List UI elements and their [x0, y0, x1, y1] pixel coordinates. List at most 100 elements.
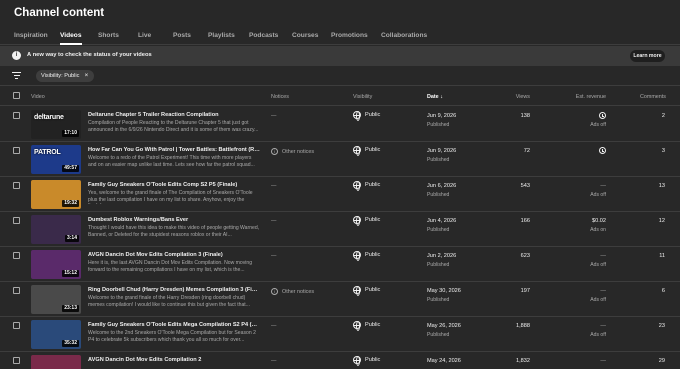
row-checkbox[interactable] [13, 147, 20, 154]
column-notices: Notices [271, 94, 289, 100]
info-icon: i [271, 148, 278, 155]
tab-shorts[interactable]: Shorts [98, 32, 119, 39]
tab-playlists[interactable]: Playlists [208, 32, 235, 39]
filter-icon[interactable] [12, 72, 21, 80]
views-count: 72 [523, 148, 530, 154]
video-title[interactable]: Ring Doorbell Chud (Harry Dresden) Memes… [88, 287, 260, 293]
video-title[interactable]: Deltarune Chapter 5 Trailer Reaction Com… [88, 112, 260, 118]
clock-icon [599, 112, 606, 119]
publish-status: Published [427, 157, 450, 163]
publish-status: Published [427, 122, 450, 128]
video-title[interactable]: AVGN Dancin Dot Mov Edits Compilation 2 [88, 357, 260, 363]
table-row[interactable]: AVGN Dancin Dot Mov Edits Compilation 2 —… [0, 352, 680, 369]
revenue-value: $0.02 [592, 218, 606, 224]
video-thumbnail[interactable]: 15:12 [31, 250, 81, 279]
other-notices[interactable]: i Other notices [271, 288, 314, 295]
views-count: 166 [520, 218, 530, 224]
tab-posts[interactable]: Posts [173, 32, 191, 39]
video-thumbnail[interactable]: deltarune 17:10 [31, 110, 81, 139]
visibility-value[interactable]: Public [353, 146, 380, 156]
visibility-value[interactable]: Public [353, 216, 380, 226]
video-thumbnail[interactable] [31, 355, 81, 369]
globe-icon [353, 321, 361, 331]
visibility-filter-chip[interactable]: Visibility: Public × [36, 70, 95, 82]
column-video: Video [31, 94, 45, 100]
table-row[interactable]: 35:32 Family Guy Sneakers O'Toole Edits M… [0, 317, 680, 352]
video-title[interactable]: Dumbest Roblox Warnings/Bans Ever [88, 217, 260, 223]
row-checkbox[interactable] [13, 252, 20, 259]
column-revenue[interactable]: Est. revenue [576, 94, 606, 100]
tab-inspiration[interactable]: Inspiration [14, 32, 48, 39]
row-checkbox[interactable] [13, 112, 20, 119]
column-visibility[interactable]: Visibility [353, 94, 372, 100]
tab-podcasts[interactable]: Podcasts [249, 32, 278, 39]
video-duration: 23:13 [62, 305, 79, 312]
column-views[interactable]: Views [516, 94, 530, 100]
visibility-value[interactable]: Public [353, 286, 380, 296]
video-thumbnail[interactable]: PATROL 49:57 [31, 145, 81, 174]
visibility-value[interactable]: Public [353, 111, 380, 121]
views-count: 1,832 [516, 358, 530, 364]
video-title[interactable]: How Far Can You Go With Patrol | Tower B… [88, 147, 260, 153]
learn-more-button[interactable]: Learn more [630, 50, 665, 62]
notice-value: — [271, 183, 277, 189]
visibility-value[interactable]: Public [353, 251, 380, 261]
video-description: Welcome to a redo of the Patrol Experime… [88, 155, 255, 168]
video-title[interactable]: AVGN Dancin Dot Mov Edits Compilation 3 … [88, 252, 260, 258]
video-duration: 35:32 [62, 340, 79, 347]
publish-date: May 26, 2026 [427, 323, 461, 329]
video-thumbnail[interactable]: 23:13 [31, 285, 81, 314]
row-checkbox[interactable] [13, 182, 20, 189]
comments-count: 13 [658, 183, 665, 189]
revenue-value: — [600, 253, 606, 259]
info-icon: i [12, 51, 21, 60]
tab-promotions[interactable]: Promotions [331, 32, 368, 39]
tab-live[interactable]: Live [138, 32, 151, 39]
video-duration: 3:14 [64, 235, 79, 242]
column-date[interactable]: Date ↓ [427, 94, 443, 100]
row-checkbox[interactable] [13, 287, 20, 294]
video-thumbnail[interactable]: 35:32 [31, 320, 81, 349]
notice-value: — [271, 253, 277, 259]
tab-videos[interactable]: Videos [60, 32, 82, 45]
ads-status: Ads off [590, 262, 606, 268]
views-count: 138 [520, 113, 530, 119]
publish-date: Jun 4, 2026 [427, 218, 457, 224]
row-checkbox[interactable] [13, 217, 20, 224]
ads-status: Ads off [590, 192, 606, 198]
table-row[interactable]: deltarune 17:10 Deltarune Chapter 5 Traile… [0, 107, 680, 142]
table-row[interactable]: 19:32 Family Guy Sneakers O'Toole Edits C… [0, 177, 680, 212]
row-checkbox[interactable] [13, 357, 20, 364]
table-row[interactable]: PATROL 49:57 How Far Can You Go With Patro… [0, 142, 680, 177]
video-title[interactable]: Family Guy Sneakers O'Toole Edits Mega C… [88, 322, 260, 328]
views-count: 197 [520, 288, 530, 294]
table-row[interactable]: 3:14 Dumbest Roblox Warnings/Bans Ever Tho… [0, 212, 680, 247]
page-title: Channel content [14, 7, 105, 19]
publish-status: Published [427, 297, 450, 303]
status-banner: i A new way to check the status of your … [0, 46, 680, 66]
publish-status: Published [427, 192, 450, 198]
revenue-value: — [600, 358, 606, 364]
table-row[interactable]: 15:12 AVGN Dancin Dot Mov Edits Compilati… [0, 247, 680, 282]
visibility-value[interactable]: Public [353, 356, 380, 366]
visibility-value[interactable]: Public [353, 321, 380, 331]
row-checkbox[interactable] [13, 322, 20, 329]
video-duration: 19:32 [62, 200, 79, 207]
visibility-value[interactable]: Public [353, 181, 380, 191]
tab-collaborations[interactable]: Collaborations [381, 32, 427, 39]
column-comments[interactable]: Comments [640, 94, 666, 100]
publish-date: May 30, 2026 [427, 288, 461, 294]
video-duration: 49:57 [62, 165, 79, 172]
close-icon[interactable]: × [84, 72, 88, 80]
video-title[interactable]: Family Guy Sneakers O'Toole Edits Comp S… [88, 182, 260, 188]
table-row[interactable]: 23:13 Ring Doorbell Chud (Harry Dresden) … [0, 282, 680, 317]
select-all-checkbox[interactable] [13, 92, 20, 99]
table-header: Video Notices Visibility Date ↓ Views Es… [0, 87, 680, 106]
video-thumbnail[interactable]: 3:14 [31, 215, 81, 244]
clock-icon [599, 147, 606, 154]
video-thumbnail[interactable]: 19:32 [31, 180, 81, 209]
filter-bar: Visibility: Public × [0, 66, 680, 86]
other-notices[interactable]: i Other notices [271, 148, 314, 155]
globe-icon [353, 111, 361, 121]
tab-courses[interactable]: Courses [292, 32, 318, 39]
